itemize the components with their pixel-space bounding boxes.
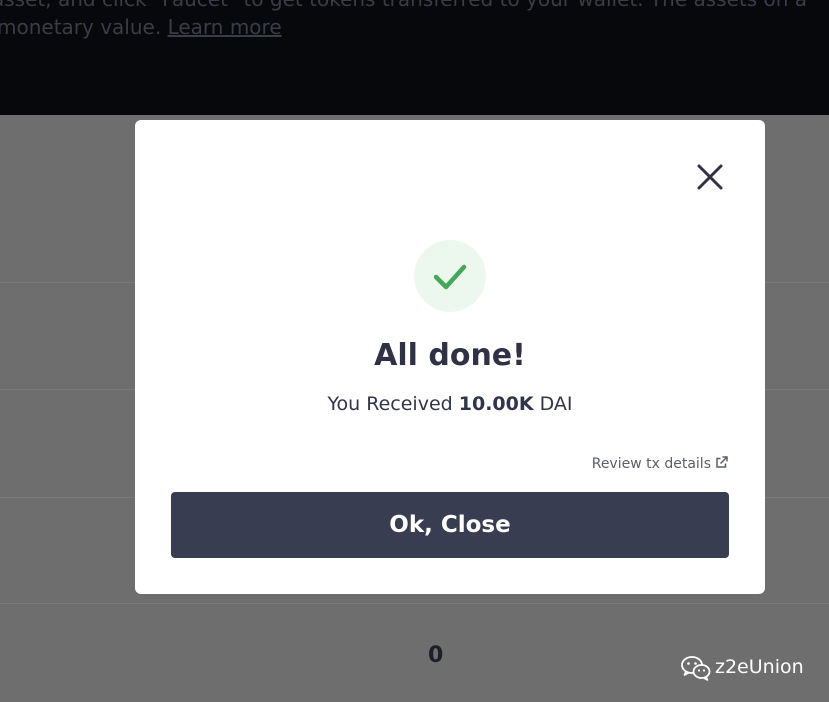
table-row-value: 0 bbox=[428, 643, 444, 668]
check-icon bbox=[433, 264, 467, 290]
ok-close-button[interactable]: Ok, Close bbox=[171, 492, 729, 558]
learn-more-link[interactable]: Learn more bbox=[168, 15, 282, 39]
modal-title: All done! bbox=[374, 338, 526, 373]
close-icon[interactable] bbox=[693, 160, 727, 194]
received-amount: 10.00K bbox=[458, 393, 534, 415]
review-tx-details-label[interactable]: Review tx details bbox=[592, 456, 711, 472]
close-button[interactable] bbox=[693, 160, 727, 194]
watermark-text: z2eUnion bbox=[715, 656, 804, 678]
page: asset, and click "Faucet" to get tokens … bbox=[0, 0, 829, 702]
received-token: DAI bbox=[539, 393, 573, 415]
banner-text-line2: monetary value. Learn more bbox=[0, 11, 282, 43]
success-modal: All done! You Received 10.00K DAI Review… bbox=[135, 120, 765, 594]
banner-text-line2-static: monetary value. bbox=[0, 15, 162, 39]
external-link-icon[interactable] bbox=[715, 456, 728, 469]
wechat-icon bbox=[681, 656, 711, 681]
review-tx-details-link[interactable]: Review tx details bbox=[592, 456, 728, 472]
received-prefix: You Received bbox=[327, 393, 453, 415]
row-divider bbox=[0, 603, 829, 604]
received-summary: You Received 10.00K DAI bbox=[135, 393, 765, 415]
faucet-info-banner: asset, and click "Faucet" to get tokens … bbox=[0, 0, 829, 115]
success-badge bbox=[414, 240, 486, 312]
